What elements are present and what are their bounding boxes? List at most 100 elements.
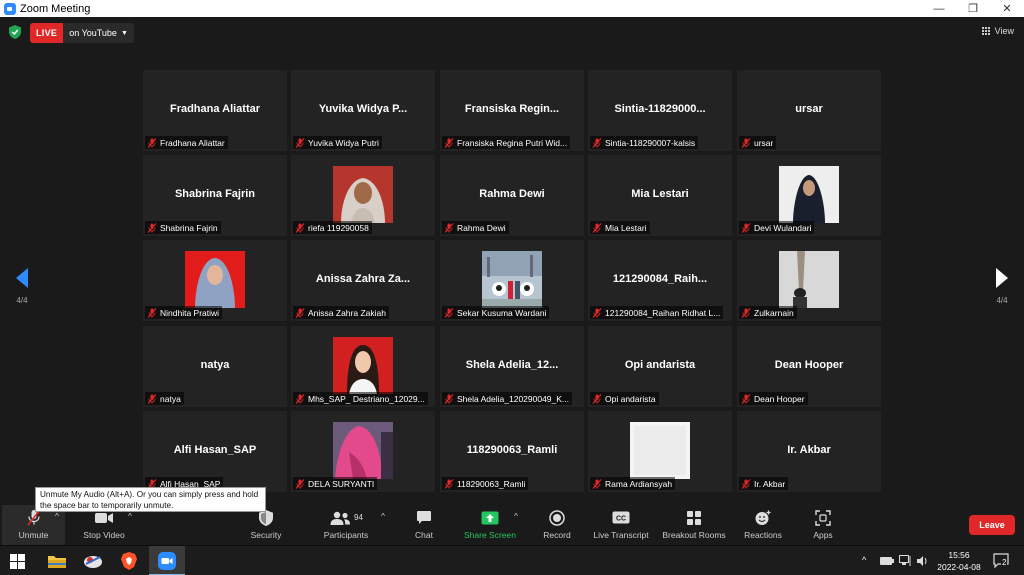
unmute-label: Unmute xyxy=(18,530,49,540)
stop-video-button[interactable]: Stop Video xyxy=(78,509,130,540)
participant-tile[interactable]: 118290063_Ramli 118290063_Ramli xyxy=(440,411,584,492)
restore-button[interactable]: ❐ xyxy=(956,0,990,17)
participant-tile[interactable]: Nindhita Pratiwi xyxy=(143,240,287,321)
participant-tile[interactable]: Mia Lestari Mia Lestari xyxy=(588,155,732,236)
participant-video-white-blank xyxy=(630,422,690,479)
network-icon[interactable] xyxy=(899,555,911,567)
participant-tile[interactable]: ursar ursar xyxy=(737,70,881,151)
participants-icon xyxy=(330,511,351,525)
participant-display-name: Yuvika Widya P... xyxy=(318,103,408,115)
smiley-plus-icon xyxy=(755,510,771,525)
close-window-button[interactable]: ✕ xyxy=(990,0,1024,17)
participant-tile[interactable]: DELA SURYANTI xyxy=(291,411,435,492)
participant-tile[interactable]: riefa 119290058 xyxy=(291,155,435,236)
reactions-button[interactable]: Reactions xyxy=(740,509,786,540)
participant-tile[interactable]: natya natya xyxy=(143,326,287,407)
system-clock[interactable]: 15:56 2022-04-08 xyxy=(930,549,988,573)
participants-count: 94 xyxy=(354,513,363,522)
audio-options-chevron-icon[interactable]: ^ xyxy=(55,511,59,521)
microphone-muted-icon xyxy=(295,307,305,318)
stop-video-label: Stop Video xyxy=(83,530,125,540)
window-title: Zoom Meeting xyxy=(20,2,91,15)
participant-name-label: Yuvika Widya Putri xyxy=(293,136,382,149)
meeting-top-bar: LIVE on YouTube ▼ View xyxy=(0,17,1024,47)
start-icon[interactable] xyxy=(10,554,25,569)
participant-name: Fransiska Regina Putri Wid... xyxy=(457,137,568,148)
minimize-button[interactable]: — xyxy=(922,0,956,17)
participant-name: Sintia-118290007-kalsis xyxy=(605,137,696,148)
brave-icon[interactable] xyxy=(119,551,139,571)
participant-tile[interactable]: 121290084_Raih... 121290084_Raihan Ridhat… xyxy=(588,240,732,321)
microphone-muted-icon xyxy=(741,137,751,148)
video-options-chevron-icon[interactable]: ^ xyxy=(128,511,132,521)
participant-name-label: Mia Lestari xyxy=(590,221,650,234)
record-button[interactable]: Record xyxy=(538,509,576,540)
participant-tile[interactable]: Alfi Hasan_SAP Alfi Hasan_SAP xyxy=(143,411,287,492)
chevron-up-icon[interactable]: ^ xyxy=(862,555,866,565)
participant-name-label: Dean Hooper xyxy=(739,392,808,405)
live-destination: on YouTube xyxy=(69,28,117,38)
share-options-chevron-icon[interactable]: ^ xyxy=(514,511,518,521)
volume-icon[interactable] xyxy=(916,555,928,567)
notification-center-icon[interactable]: 2 xyxy=(993,552,1009,569)
participants-options-chevron-icon[interactable]: ^ xyxy=(381,511,385,521)
participants-label: Participants xyxy=(323,530,369,540)
microphone-muted-icon xyxy=(741,393,751,404)
apps-button[interactable]: Apps xyxy=(806,509,840,540)
participant-tile[interactable]: Sintia-11829000... Sintia-118290007-kalsi… xyxy=(588,70,732,151)
participant-tile[interactable]: Yuvika Widya P... Yuvika Widya Putri xyxy=(291,70,435,151)
participant-name-label: Shabrina Fajrin xyxy=(145,221,221,234)
video-camera-icon xyxy=(95,512,113,523)
share-screen-arrow-icon xyxy=(481,511,499,524)
participant-tile[interactable]: Fradhana Aliattar Fradhana Aliattar xyxy=(143,70,287,151)
apps-label: Apps xyxy=(813,530,833,540)
share-screen-button[interactable]: Share Screen xyxy=(460,509,520,540)
participant-tile[interactable]: Rama Ardiansyah xyxy=(588,411,732,492)
tray-app-icon[interactable] xyxy=(880,556,894,566)
live-transcript-label: Live Transcript xyxy=(593,530,649,540)
participant-name: 118290063_Ramli xyxy=(457,478,526,489)
microphone-muted-icon xyxy=(147,393,157,404)
view-button[interactable]: View xyxy=(981,26,1014,36)
browser-icon[interactable] xyxy=(83,551,103,571)
participant-tile[interactable]: Shela Adelia_12... Shela Adelia_120290049… xyxy=(440,326,584,407)
participant-tile[interactable]: Fransiska Regin... Fransiska Regina Putri… xyxy=(440,70,584,151)
microphone-muted-icon xyxy=(295,222,305,233)
participant-name-label: 118290063_Ramli xyxy=(442,477,529,490)
participant-tile[interactable]: Zulkarnain xyxy=(737,240,881,321)
file-explorer-icon[interactable] xyxy=(47,551,67,571)
security-button[interactable]: Security xyxy=(244,509,288,540)
participant-tile[interactable]: Anissa Zahra Za... Anissa Zahra Zakiah xyxy=(291,240,435,321)
participant-name: Dean Hooper xyxy=(754,393,805,404)
chat-button[interactable]: Chat xyxy=(406,509,442,540)
breakout-rooms-button[interactable]: Breakout Rooms xyxy=(659,509,729,540)
participant-display-name: Dean Hooper xyxy=(774,359,844,371)
participant-tile[interactable]: Devi Wulandari xyxy=(737,155,881,236)
clock-time: 15:56 xyxy=(948,550,970,560)
live-transcript-button[interactable]: CC Live Transcript xyxy=(590,509,652,540)
participant-display-name: Opi andarista xyxy=(624,359,696,371)
participant-tile[interactable]: Mhs_SAP_ Destriano_12029... xyxy=(291,326,435,407)
leave-meeting-button[interactable]: Leave xyxy=(969,515,1015,535)
participant-video-group-outdoor xyxy=(482,251,542,308)
participant-name: ursar xyxy=(754,137,774,148)
next-page-button[interactable]: 4/4 xyxy=(992,268,1012,305)
participant-tile[interactable]: Shabrina Fajrin Shabrina Fajrin xyxy=(143,155,287,236)
zoom-icon[interactable] xyxy=(157,551,177,571)
page-indicator-left: 4/4 xyxy=(16,296,28,305)
live-badge: LIVE xyxy=(30,23,64,43)
live-stream-button[interactable]: LIVE on YouTube ▼ xyxy=(30,23,134,43)
participant-tile[interactable]: Ir. Akbar Ir. Akbar xyxy=(737,411,881,492)
grid-view-icon xyxy=(981,26,991,36)
participant-tile[interactable]: Rahma Dewi Rahma Dewi xyxy=(440,155,584,236)
participant-name-label: Ir. Akbar xyxy=(739,477,789,490)
participants-button[interactable]: 94 Participants xyxy=(318,509,374,540)
participant-tile[interactable]: Opi andarista Opi andarista xyxy=(588,326,732,407)
encryption-shield-icon[interactable] xyxy=(9,25,21,39)
microphone-muted-icon xyxy=(295,137,305,148)
participant-name-label: DELA SURYANTI xyxy=(293,477,378,490)
participant-tile[interactable]: Sekar Kusuma Wardani xyxy=(440,240,584,321)
previous-page-button[interactable]: 4/4 xyxy=(12,268,32,305)
participant-tile[interactable]: Dean Hooper Dean Hooper xyxy=(737,326,881,407)
participant-name: Anissa Zahra Zakiah xyxy=(308,307,386,318)
